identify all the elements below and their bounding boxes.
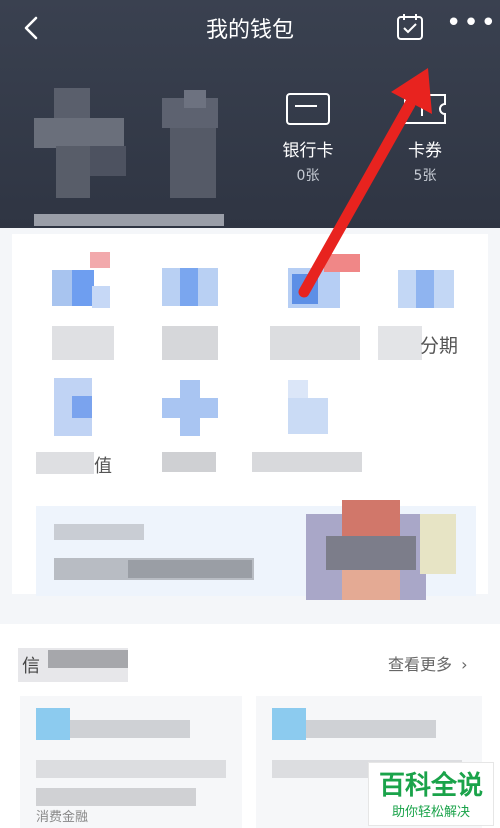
service-label-4: 分期 [378, 326, 468, 360]
bank-card-count: 0张 [296, 168, 320, 184]
coupon-count: 5张 [413, 168, 437, 184]
installment-text: 分期 [420, 335, 459, 357]
blurred-balance [34, 88, 224, 198]
service-item-6[interactable] [162, 380, 218, 436]
recommend-title-text: 信 [22, 656, 40, 677]
coupon-entry[interactable]: 卡券 5张 [388, 92, 462, 185]
service-label-6 [162, 452, 216, 472]
service-item-7[interactable] [288, 380, 328, 434]
bank-card-label: 银行卡 [282, 141, 334, 161]
coupon-label: 卡券 [408, 141, 442, 161]
service-label-1 [52, 326, 114, 360]
watermark-logo: 百科全说 助你轻松解决 [368, 762, 494, 826]
chevron-right-icon: › [461, 655, 468, 674]
service-label-3 [270, 326, 360, 360]
watermark-brand: 百科全说 [378, 771, 483, 801]
more-icon[interactable]: ••• [446, 10, 496, 38]
watermark-slogan: 助你轻松解决 [391, 805, 470, 820]
nav-bar: 我的钱包 ••• [0, 0, 500, 56]
coupon-icon [404, 94, 446, 124]
service-item-4[interactable] [398, 262, 454, 308]
promo-banner[interactable] [36, 500, 476, 600]
service-label-2 [162, 326, 218, 360]
consumer-finance-label: 消费金融 [36, 810, 89, 825]
bank-card-entry[interactable]: 银行卡 0张 [268, 92, 348, 185]
service-item-2[interactable] [162, 268, 218, 308]
wallet-header: 我的钱包 ••• 银行卡 0张 卡券 5张 [0, 0, 500, 228]
service-item-1[interactable] [52, 252, 112, 308]
recharge-text: 值 [94, 456, 112, 477]
recommend-title: 信 [18, 648, 128, 682]
bank-card-icon [286, 93, 330, 125]
service-label-5: 值 [36, 452, 126, 477]
blurred-strip [34, 214, 224, 226]
service-label-7 [252, 452, 362, 472]
calendar-check-icon[interactable] [393, 10, 427, 44]
service-item-3[interactable] [288, 254, 360, 308]
service-item-5[interactable] [54, 378, 92, 436]
see-more-label: 查看更多 [388, 655, 453, 674]
see-more-link[interactable]: 查看更多 › [388, 651, 468, 675]
